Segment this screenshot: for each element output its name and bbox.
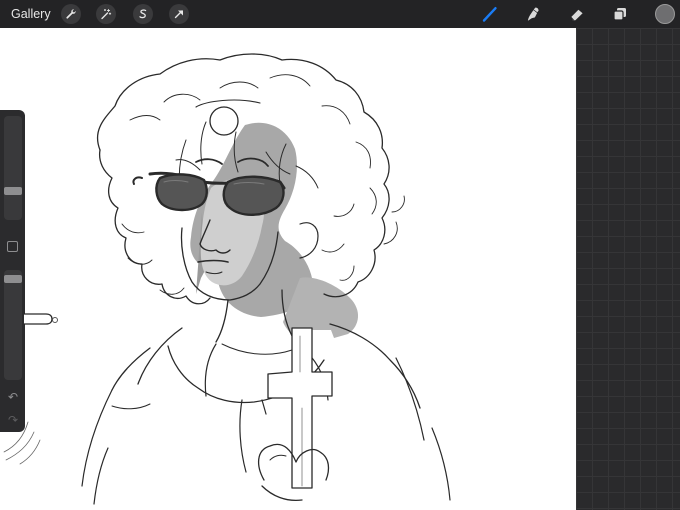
brush-icon[interactable] xyxy=(480,4,500,24)
square-icon[interactable] xyxy=(7,241,18,252)
redo-icon[interactable]: ↷ xyxy=(6,413,20,427)
opacity-slider-thumb[interactable] xyxy=(4,275,22,284)
color-picker-button[interactable] xyxy=(655,4,675,24)
layers-icon[interactable] xyxy=(610,4,630,24)
brush-sidebar: ↶ ↷ xyxy=(0,110,25,432)
artwork xyxy=(3,53,451,505)
transform-arrow-icon[interactable] xyxy=(169,4,189,24)
brush-size-slider-thumb[interactable] xyxy=(4,187,22,196)
smudge-icon[interactable] xyxy=(524,4,544,24)
actions-wrench-icon[interactable] xyxy=(61,4,81,24)
canvas-background-grid xyxy=(576,28,680,510)
undo-icon[interactable]: ↶ xyxy=(6,390,20,404)
eraser-icon[interactable] xyxy=(567,4,587,24)
gallery-button[interactable]: Gallery xyxy=(11,7,51,21)
adjustments-magic-wand-icon[interactable] xyxy=(96,4,116,24)
brush-size-preview-icon xyxy=(24,313,58,325)
opacity-slider[interactable] xyxy=(4,270,22,380)
brush-size-slider[interactable] xyxy=(4,116,22,220)
drawing-canvas[interactable] xyxy=(0,28,576,510)
selection-s-icon[interactable] xyxy=(133,4,153,24)
top-toolbar: Gallery xyxy=(0,0,680,28)
